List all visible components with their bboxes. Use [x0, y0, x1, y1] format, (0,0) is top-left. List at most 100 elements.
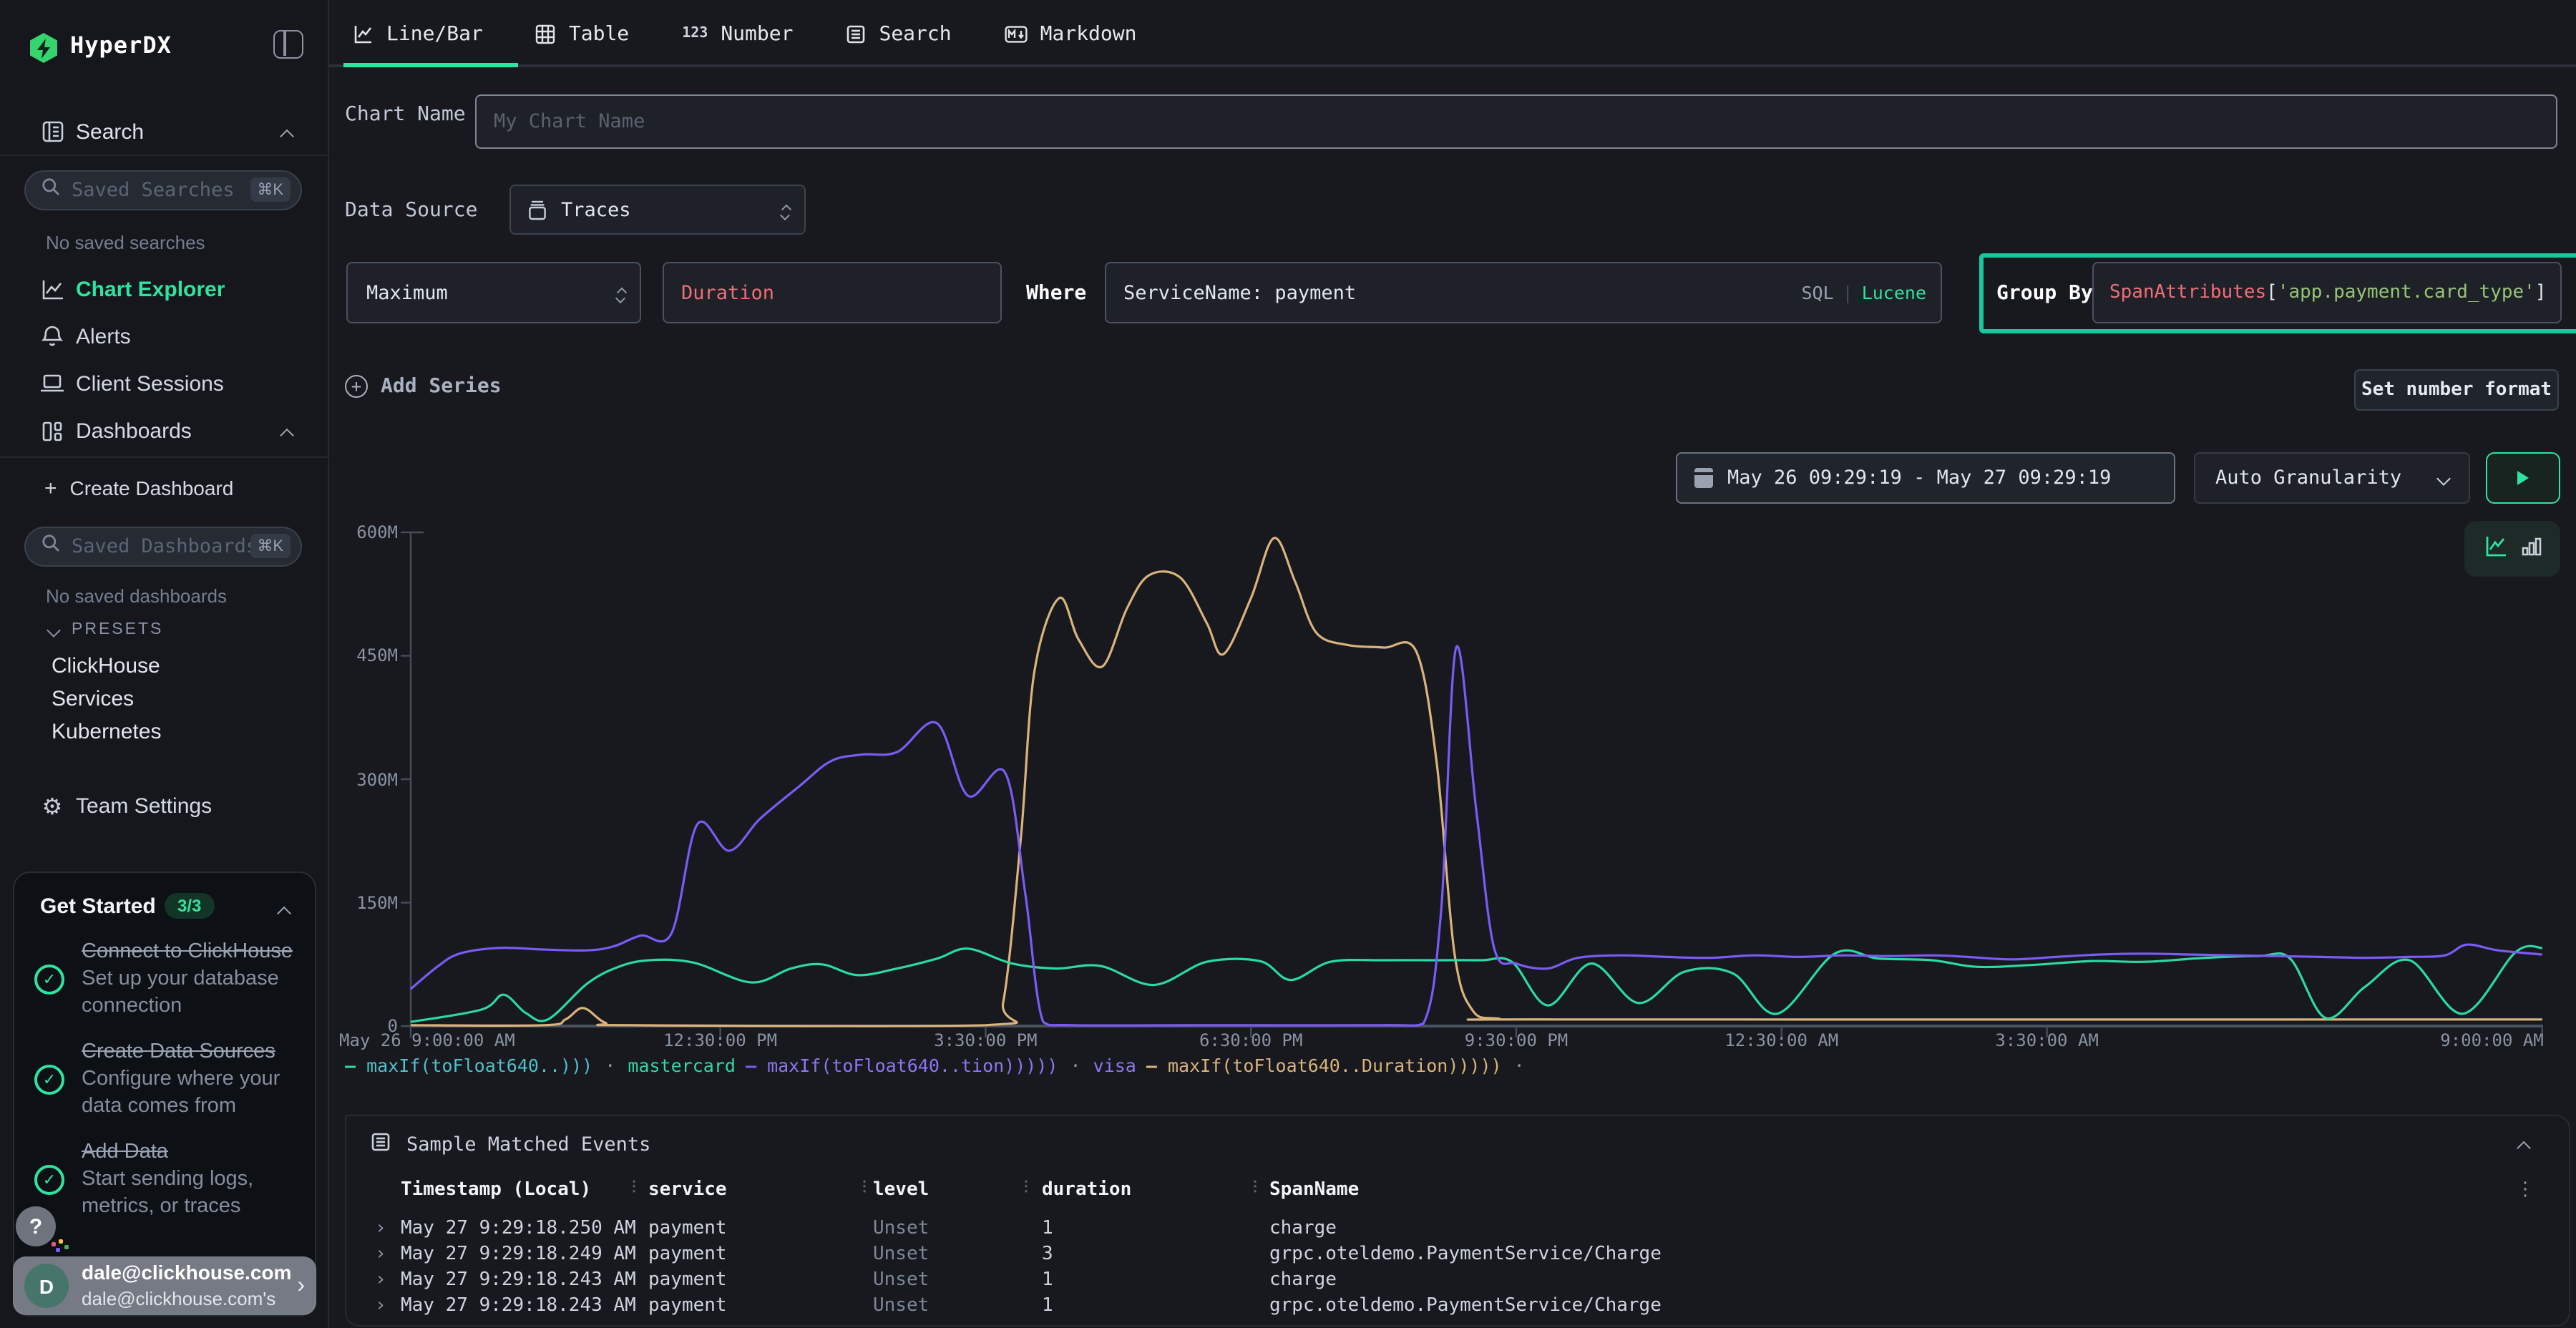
active-tab-underline	[343, 63, 518, 67]
preset-kubernetes[interactable]: Kubernetes	[52, 720, 161, 744]
sql-option[interactable]: SQL	[1801, 282, 1833, 303]
field-box	[663, 262, 1002, 323]
team-settings-label: Team Settings	[76, 794, 212, 818]
sidebar-section-search[interactable]: Search	[0, 113, 329, 150]
no-saved-searches-text: No saved searches	[46, 232, 205, 253]
chart-name-input[interactable]	[477, 110, 2556, 133]
kebab-menu-icon[interactable]: ⋮	[2516, 1179, 2534, 1201]
sidebar-item-dashboards[interactable]: Dashboards	[0, 412, 329, 449]
legend-item[interactable]: — maxIf(toFloat640..Duration))))) ·	[1146, 1055, 1526, 1076]
row-expand-icon[interactable]: ›	[375, 1244, 386, 1265]
tab-number[interactable]: 123 Number	[682, 22, 793, 45]
sidebar-collapse-icon[interactable]	[273, 30, 303, 59]
cell: 1	[1042, 1295, 1053, 1317]
sidebar-item-create-dashboard[interactable]: + Create Dashboard	[0, 469, 329, 507]
user-menu[interactable]: D dale@clickhouse.com dale@clickhouse.co…	[13, 1256, 316, 1315]
run-query-button[interactable]	[2486, 452, 2560, 504]
row-expand-icon[interactable]: ›	[375, 1218, 386, 1239]
table-row[interactable]: ›May 27 9:29:18.249 AMpaymentUnset3grpc.…	[346, 1244, 2569, 1269]
col-level[interactable]: level	[873, 1179, 929, 1201]
select-chevrons-icon	[781, 201, 790, 218]
check-circle-icon: ✓	[34, 1065, 64, 1095]
chart-explorer-icon	[40, 278, 64, 300]
col-timestamp[interactable]: Timestamp (Local)	[401, 1179, 591, 1201]
search-icon	[42, 177, 60, 203]
x-tick-label: 12:30:00 PM	[663, 1030, 777, 1050]
alerts-label: Alerts	[76, 324, 131, 348]
row-expand-icon[interactable]: ›	[375, 1295, 386, 1317]
get-started-item[interactable]: ✓ Connect to ClickHouse Set up your data…	[34, 939, 301, 1020]
chevron-up-icon[interactable]	[277, 907, 291, 921]
where-label: Where	[1026, 282, 1086, 305]
x-tick-label: 3:30:00 AM	[1995, 1030, 2099, 1050]
hyperdx-logo-icon	[30, 33, 57, 63]
sidebar-item-chart-explorer[interactable]: Chart Explorer	[0, 270, 329, 308]
saved-dashboards-input[interactable]: Saved Dashboards ⌘K	[24, 527, 302, 567]
table-row[interactable]: ›May 27 9:29:18.243 AMpaymentUnset1charg…	[346, 1269, 2569, 1295]
pipe-divider: |	[1834, 282, 1862, 303]
group-by-label: Group By	[1996, 282, 2093, 305]
cell: May 27 9:29:18.250 AM	[401, 1218, 636, 1239]
get-started-item[interactable]: ✓ Add Data Start sending logs, metrics, …	[34, 1139, 301, 1221]
field-input[interactable]	[664, 281, 1000, 304]
where-box: SQL|Lucene	[1105, 262, 1942, 323]
col-service[interactable]: service	[648, 1179, 727, 1201]
plus-icon: +	[44, 476, 57, 500]
database-icon	[528, 200, 547, 220]
query-language-toggle[interactable]: SQL|Lucene	[1801, 282, 1926, 303]
table-row[interactable]: ›May 27 9:29:18.250 AMpaymentUnset1charg…	[346, 1218, 2569, 1244]
date-range-picker[interactable]: May 26 09:29:19 - May 27 09:29:19	[1676, 452, 2175, 504]
legend-item[interactable]: — maxIf(toFloat640..))) · mastercard	[345, 1055, 736, 1076]
add-series-button[interactable]: + Add Series	[345, 375, 502, 398]
preset-clickhouse[interactable]: ClickHouse	[52, 654, 160, 678]
sidebar-item-alerts[interactable]: Alerts	[0, 318, 329, 355]
cell: payment	[648, 1269, 727, 1291]
x-tick-label: 12:30:00 AM	[1724, 1030, 1838, 1050]
app-title: HyperDX	[70, 31, 172, 59]
tab-search[interactable]: Search	[846, 22, 951, 45]
chart-type-tabs: Line/Bar Table 123 Number Search	[329, 0, 2576, 67]
data-source-label: Data Source	[345, 199, 477, 222]
sidebar-item-client-sessions[interactable]: Client Sessions	[0, 365, 329, 402]
col-spanname[interactable]: SpanName	[1269, 1179, 1359, 1201]
saved-searches-input[interactable]: Saved Searches ⌘K	[24, 170, 302, 210]
line-chart-icon	[353, 24, 374, 44]
cell: May 27 9:29:18.243 AM	[401, 1295, 636, 1317]
chevron-up-icon[interactable]	[280, 428, 294, 442]
sidebar-item-team-settings[interactable]: ⚙ Team Settings	[0, 787, 329, 824]
user-team: dale@clickhouse.com's	[82, 1287, 275, 1309]
row-expand-icon[interactable]: ›	[375, 1269, 386, 1291]
tab-table[interactable]: Table	[536, 22, 629, 45]
preset-services[interactable]: Services	[52, 687, 134, 711]
sidebar-search-label: Search	[76, 119, 144, 144]
calendar-icon	[1694, 468, 1713, 488]
group-by-box[interactable]: SpanAttributes['app.payment.card_type']	[2092, 262, 2562, 323]
search-section-icon	[40, 120, 64, 143]
tab-line-bar[interactable]: Line/Bar	[353, 22, 483, 45]
number-123-icon: 123	[682, 26, 708, 42]
presets-label: PRESETS	[72, 621, 163, 638]
granularity-select[interactable]: Auto Granularity	[2194, 452, 2470, 504]
no-saved-dashboards-text: No saved dashboards	[46, 585, 227, 607]
y-tick-label: 450M	[329, 646, 398, 666]
data-source-select[interactable]: Traces	[509, 185, 806, 235]
presets-toggle[interactable]: PRESETS	[49, 621, 163, 638]
table-row[interactable]: ›May 27 9:29:18.243 AMpaymentUnset1grpc.…	[346, 1295, 2569, 1321]
aggregation-select[interactable]: Maximum	[346, 262, 641, 323]
sample-matched-events-panel: Sample Matched Events Timestamp (Local) …	[345, 1115, 2570, 1327]
get-started-item[interactable]: ✓ Create Data Sources Configure where yo…	[34, 1039, 301, 1120]
lucene-option[interactable]: Lucene	[1862, 282, 1926, 303]
chart-legend: — maxIf(toFloat640..))) · mastercard — m…	[345, 1055, 1526, 1076]
y-tick-label: 600M	[329, 522, 398, 542]
set-number-format-button[interactable]: Set number format	[2354, 369, 2559, 411]
help-button[interactable]: ?	[16, 1206, 56, 1246]
main-content: Line/Bar Table 123 Number Search	[329, 0, 2576, 1328]
timeseries-chart[interactable]	[329, 515, 2576, 1042]
legend-item[interactable]: — maxIf(toFloat640..tion))))) · visa	[746, 1055, 1136, 1076]
tab-markdown[interactable]: Markdown	[1005, 22, 1137, 45]
chevron-up-icon[interactable]	[280, 129, 294, 143]
collapse-panel-icon[interactable]	[2517, 1141, 2531, 1156]
col-duration[interactable]: duration	[1042, 1179, 1131, 1201]
dashboards-label: Dashboards	[76, 419, 192, 443]
cell: Unset	[873, 1244, 929, 1265]
